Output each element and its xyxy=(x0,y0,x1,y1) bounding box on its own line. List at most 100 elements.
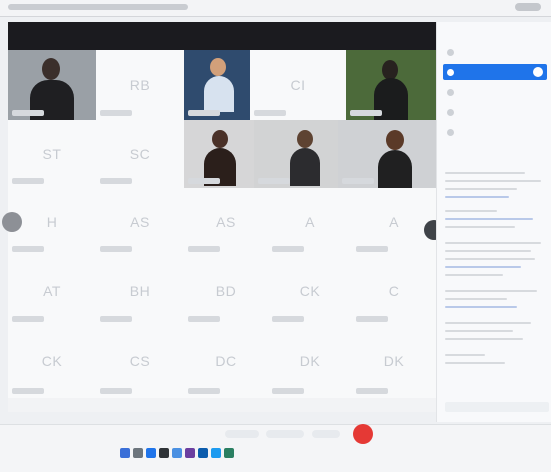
video-tile[interactable] xyxy=(184,120,254,188)
participant-initials: BH xyxy=(129,282,151,299)
taskbar-app-icon[interactable] xyxy=(224,448,234,458)
left-participant-avatar xyxy=(2,212,22,232)
browser-bar xyxy=(0,0,551,17)
participant-initials: CK xyxy=(299,282,321,299)
participant-tile[interactable]: A xyxy=(268,188,352,256)
participant-list-item[interactable] xyxy=(443,44,547,60)
participant-name-pill xyxy=(188,316,220,322)
participant-name-pill xyxy=(254,110,286,116)
participant-tile[interactable]: BH xyxy=(96,256,184,326)
participant-initials: C xyxy=(388,282,400,299)
video-tile[interactable] xyxy=(338,120,436,188)
participant-avatar xyxy=(447,128,454,136)
browser-url[interactable] xyxy=(8,4,188,10)
participant-name-pill xyxy=(188,110,220,116)
chat-message-line xyxy=(445,210,497,212)
participant-initials: AT xyxy=(43,282,61,299)
participant-initials: CS xyxy=(129,353,151,370)
participant-tile[interactable]: A xyxy=(352,188,436,256)
chat-message-line xyxy=(445,274,503,276)
participant-initials: ST xyxy=(42,145,62,162)
video-tile[interactable] xyxy=(254,120,338,188)
participant-name-pill xyxy=(272,388,304,394)
chat-message-line xyxy=(445,298,507,300)
taskbar-app-icon[interactable] xyxy=(133,448,143,458)
participant-initials: DK xyxy=(383,353,405,370)
mic-button[interactable] xyxy=(225,430,259,438)
chat-link-line[interactable] xyxy=(445,266,521,268)
video-tile[interactable] xyxy=(346,50,436,120)
camera-button[interactable] xyxy=(266,430,304,438)
participant-video xyxy=(204,58,234,114)
leave-call-button[interactable] xyxy=(353,424,373,444)
participant-tile[interactable]: DK xyxy=(268,326,352,398)
taskbar-app-icon[interactable] xyxy=(211,448,221,458)
participant-initials: AS xyxy=(216,213,236,230)
chat-message-line xyxy=(445,180,541,182)
participant-initials: BD xyxy=(215,282,237,299)
video-grid: RB CI ST SC H AS AS A A AT BH BD CK C CK… xyxy=(2,50,444,412)
participant-initials: CI xyxy=(290,76,306,93)
participant-name-pill xyxy=(100,388,132,394)
participant-name-pill xyxy=(356,316,388,322)
video-tile[interactable] xyxy=(8,50,96,120)
participant-name-pill xyxy=(100,178,132,184)
taskbar-app-icon[interactable] xyxy=(185,448,195,458)
participant-initials: RB xyxy=(129,76,151,93)
meeting-header xyxy=(8,22,436,50)
participant-initials: SC xyxy=(129,145,151,162)
chat-message-line xyxy=(445,330,513,332)
participant-avatar xyxy=(447,108,454,116)
participant-list-item-active[interactable] xyxy=(443,64,547,80)
participant-tile[interactable]: DC xyxy=(184,326,268,398)
browser-user-icon[interactable] xyxy=(515,3,541,11)
meeting-window: RB CI ST SC H AS AS A A AT BH BD CK C CK… xyxy=(0,0,551,472)
taskbar-app-icon[interactable] xyxy=(120,448,130,458)
chat-message-line xyxy=(445,242,541,244)
chat-message-line xyxy=(445,322,531,324)
participant-tile[interactable]: AT xyxy=(8,256,96,326)
participant-name-pill xyxy=(258,178,290,184)
chat-link-line[interactable] xyxy=(445,306,517,308)
participant-list-item[interactable] xyxy=(443,104,547,120)
participant-tile[interactable]: SC xyxy=(96,120,184,188)
participant-tile[interactable]: AS xyxy=(96,188,184,256)
participant-tile[interactable]: CK xyxy=(8,326,96,398)
participant-initials: DC xyxy=(215,353,237,370)
video-tile[interactable] xyxy=(184,50,250,120)
chat-link-line[interactable] xyxy=(445,218,533,220)
participant-name-pill xyxy=(188,246,220,252)
participant-initials: A xyxy=(305,213,315,230)
share-button[interactable] xyxy=(312,430,340,438)
chat-message-line xyxy=(445,338,523,340)
participant-initials: CK xyxy=(41,353,63,370)
participant-tile[interactable]: CI xyxy=(250,50,346,120)
meeting-controls-bar xyxy=(0,424,551,472)
participant-tile[interactable]: DK xyxy=(352,326,436,398)
chat-message-line xyxy=(445,258,535,260)
participant-initials: AS xyxy=(130,213,150,230)
participant-tile[interactable]: BD xyxy=(184,256,268,326)
participant-name-pill xyxy=(356,246,388,252)
participant-tile[interactable]: AS xyxy=(184,188,268,256)
participant-tile[interactable]: C xyxy=(352,256,436,326)
participant-tile[interactable]: CS xyxy=(96,326,184,398)
taskbar-app-icon[interactable] xyxy=(146,448,156,458)
chat-link-line[interactable] xyxy=(445,196,509,198)
participant-list-item[interactable] xyxy=(443,84,547,100)
participant-tile[interactable]: ST xyxy=(8,120,96,188)
participant-name-pill xyxy=(12,110,44,116)
participant-tile[interactable]: RB xyxy=(96,50,184,120)
taskbar-app-icon[interactable] xyxy=(172,448,182,458)
participant-name-pill xyxy=(188,388,220,394)
participants-panel xyxy=(436,22,551,422)
participant-list-item[interactable] xyxy=(443,124,547,140)
chat-input[interactable] xyxy=(445,402,549,412)
participant-tile[interactable]: CK xyxy=(268,256,352,326)
participant-name-pill xyxy=(12,316,44,322)
taskbar-app-icon[interactable] xyxy=(198,448,208,458)
participant-name-pill xyxy=(12,246,44,252)
taskbar-app-icon[interactable] xyxy=(159,448,169,458)
participant-name-pill xyxy=(100,110,132,116)
chat-message-line xyxy=(445,290,537,292)
